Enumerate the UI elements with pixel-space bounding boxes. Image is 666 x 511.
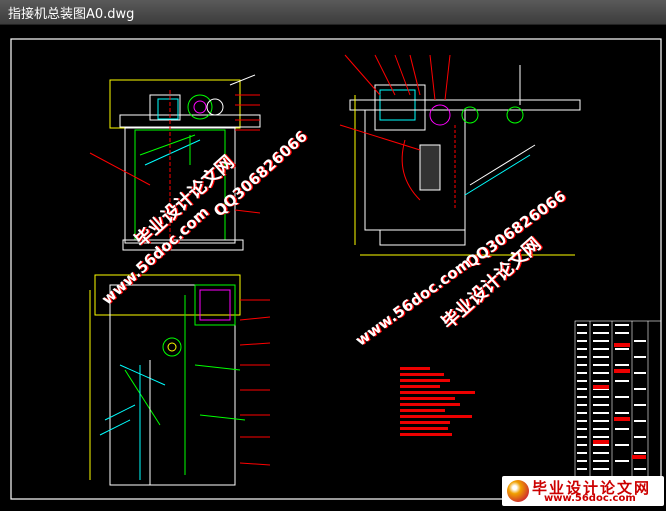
window-title: 指接机总装图A0.dwg [8,7,135,22]
top-view [89,274,271,486]
cad-drawing [10,38,662,500]
title-bar: 指接机总装图A0.dwg [0,0,666,25]
logo-url: www.56doc.com [544,493,636,504]
parts-list-table [574,320,662,500]
drawing-frame [10,38,662,500]
drawing-canvas[interactable]: 毕业设计论文网 QQ306826066 www.56doc.com QQ3068… [0,25,666,507]
site-logo[interactable]: 毕业设计论文网 www.56doc.com [502,476,664,506]
technical-notes [400,367,475,436]
globe-icon [507,480,529,502]
side-view [339,54,581,256]
